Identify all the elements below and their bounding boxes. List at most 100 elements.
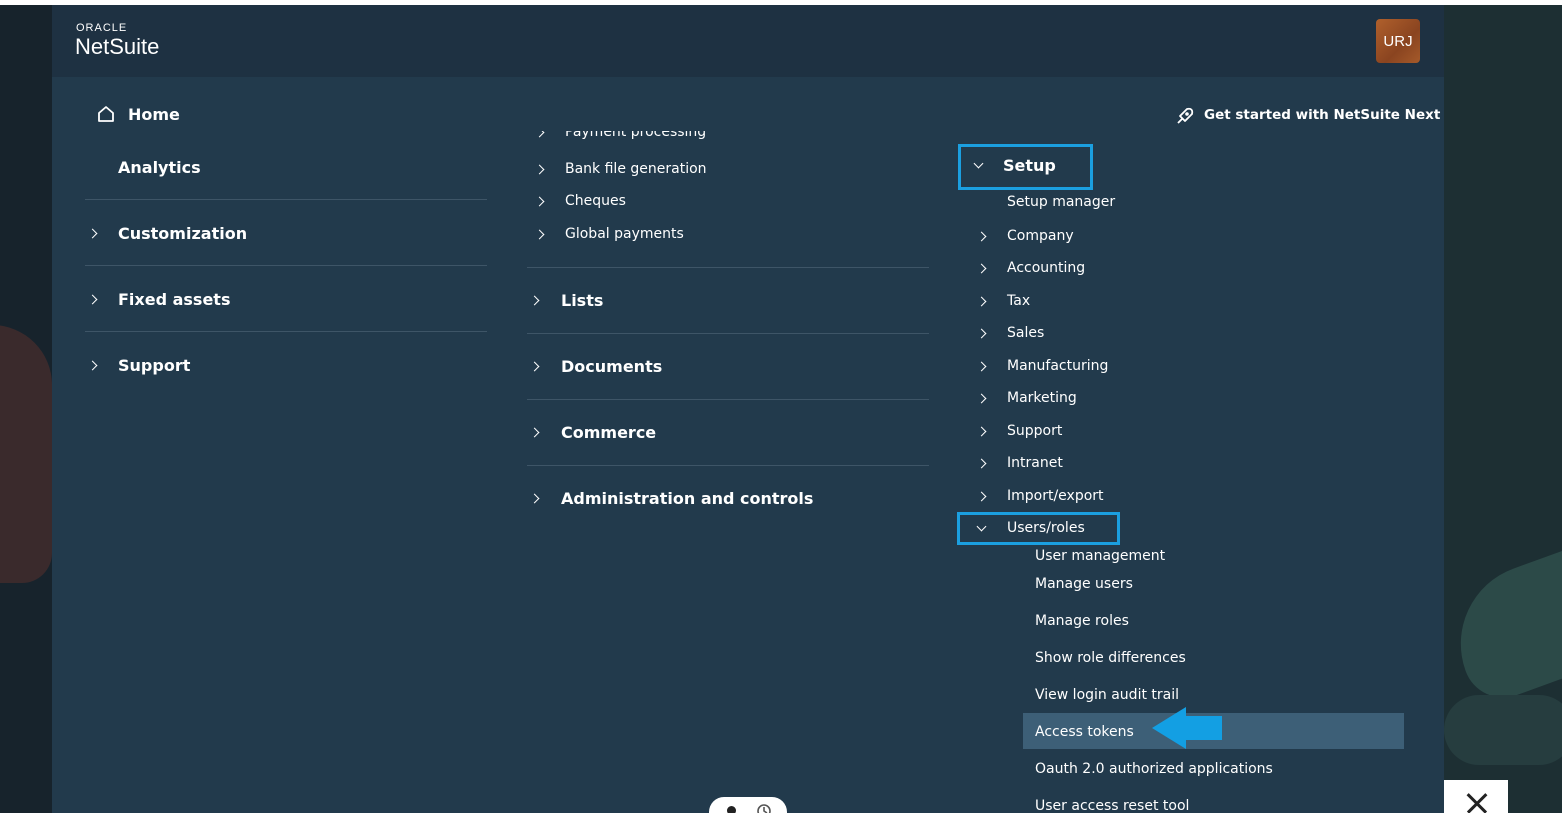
app-header: ORACLE NetSuite URJ xyxy=(52,5,1444,77)
background-left xyxy=(0,5,52,813)
nav-fixed-assets[interactable]: Fixed assets xyxy=(85,289,487,313)
nav-tax[interactable]: Tax xyxy=(974,292,1394,314)
nav-commerce[interactable]: Commerce xyxy=(527,422,929,446)
nav-sales[interactable]: Sales xyxy=(974,324,1394,346)
chevron-right-icon xyxy=(976,361,987,372)
background-right xyxy=(1444,5,1562,813)
users-roles-label: Users/roles xyxy=(1007,520,1085,536)
chevron-right-icon xyxy=(529,295,540,306)
pointer-arrowhead-icon xyxy=(1152,707,1186,749)
accounting-label: Accounting xyxy=(1007,260,1086,276)
chevron-right-icon xyxy=(87,360,98,371)
nav-show-role-differences[interactable]: Show role differences xyxy=(1035,650,1186,666)
lists-label: Lists xyxy=(561,291,604,310)
manufacturing-label: Manufacturing xyxy=(1007,358,1109,374)
chevron-right-icon xyxy=(529,427,540,438)
nav-setup-manager[interactable]: Setup manager xyxy=(1007,194,1115,210)
chevron-right-icon xyxy=(534,131,545,138)
close-button[interactable] xyxy=(1444,780,1508,813)
nav-import-export[interactable]: Import/export xyxy=(974,487,1394,509)
divider xyxy=(527,465,929,466)
bottom-toolbar-pill[interactable] xyxy=(709,797,787,813)
nav-payment-processing[interactable]: Payment processing xyxy=(532,131,932,145)
nav-documents[interactable]: Documents xyxy=(527,356,929,380)
chevron-right-icon xyxy=(534,229,545,240)
divider xyxy=(527,267,929,268)
chevron-right-icon xyxy=(529,361,540,372)
support-setup-label: Support xyxy=(1007,423,1063,439)
chevron-right-icon xyxy=(976,426,987,437)
background-shape xyxy=(0,325,52,583)
nav-company[interactable]: Company xyxy=(974,227,1394,249)
chevron-right-icon xyxy=(976,296,987,307)
nav-support[interactable]: Support xyxy=(85,355,487,379)
chevron-right-icon xyxy=(976,328,987,339)
chevron-right-icon xyxy=(87,228,98,239)
pointer-arrow-icon xyxy=(1184,716,1222,740)
chevron-down-icon xyxy=(976,521,987,532)
nav-oauth-authorized-applications[interactable]: Oauth 2.0 authorized applications xyxy=(1035,761,1273,777)
divider xyxy=(527,399,929,400)
documents-label: Documents xyxy=(561,357,663,376)
chevron-down-icon xyxy=(973,158,984,169)
sales-label: Sales xyxy=(1007,325,1045,341)
divider xyxy=(85,265,487,266)
support-label: Support xyxy=(118,356,191,375)
nav-bank-file-generation[interactable]: Bank file generation xyxy=(532,160,932,182)
nav-marketing[interactable]: Marketing xyxy=(974,389,1394,411)
administration-label: Administration and controls xyxy=(561,489,814,508)
nav-lists[interactable]: Lists xyxy=(527,290,929,314)
marketing-label: Marketing xyxy=(1007,390,1077,406)
nav-accounting[interactable]: Accounting xyxy=(974,259,1394,281)
import-export-label: Import/export xyxy=(1007,488,1104,504)
divider xyxy=(527,333,929,334)
global-payments-label: Global payments xyxy=(565,226,684,242)
chevron-right-icon xyxy=(976,263,987,274)
chevron-right-icon xyxy=(976,393,987,404)
chevron-right-icon xyxy=(976,491,987,502)
chevron-right-icon xyxy=(534,164,545,175)
history-icon xyxy=(757,804,771,813)
background-shape xyxy=(1444,541,1562,709)
oracle-logo-text: ORACLE xyxy=(76,22,128,34)
chevron-right-icon xyxy=(976,458,987,469)
nav-manage-users[interactable]: Manage users xyxy=(1035,576,1133,592)
get-started-label: Get started with NetSuite Next xyxy=(1204,107,1441,123)
navigation-panel: ORACLE NetSuite URJ Get started with Net… xyxy=(52,5,1444,813)
tax-label: Tax xyxy=(1007,293,1031,309)
cheques-label: Cheques xyxy=(565,193,626,209)
nav-user-management[interactable]: User management xyxy=(1035,548,1165,564)
commerce-label: Commerce xyxy=(561,423,657,442)
nav-access-tokens[interactable]: Access tokens xyxy=(1035,724,1134,740)
nav-cheques[interactable]: Cheques xyxy=(532,192,932,214)
bank-file-generation-label: Bank file generation xyxy=(565,161,707,177)
dot-icon xyxy=(727,806,736,813)
divider xyxy=(85,199,487,200)
nav-view-login-audit-trail[interactable]: View login audit trail xyxy=(1035,687,1179,703)
chevron-right-icon xyxy=(534,196,545,207)
home-label: Home xyxy=(128,105,180,124)
nav-users-roles[interactable]: Users/roles xyxy=(974,519,1114,541)
netsuite-logo-text[interactable]: NetSuite xyxy=(75,34,159,60)
chevron-right-icon xyxy=(87,294,98,305)
nav-global-payments[interactable]: Global payments xyxy=(532,225,932,247)
customization-label: Customization xyxy=(118,224,248,243)
nav-setup[interactable]: Setup xyxy=(970,155,1090,179)
chevron-right-icon xyxy=(529,493,540,504)
nav-analytics[interactable]: Analytics xyxy=(118,158,201,177)
user-avatar[interactable]: URJ xyxy=(1376,19,1420,63)
nav-intranet[interactable]: Intranet xyxy=(974,454,1394,476)
nav-user-access-reset-tool[interactable]: User access reset tool xyxy=(1035,798,1189,813)
nav-manage-roles[interactable]: Manage roles xyxy=(1035,613,1129,629)
nav-home[interactable]: Home xyxy=(96,103,216,127)
fixed-assets-label: Fixed assets xyxy=(118,290,231,309)
nav-manufacturing[interactable]: Manufacturing xyxy=(974,357,1394,379)
nav-administration-and-controls[interactable]: Administration and controls xyxy=(527,488,929,512)
intranet-label: Intranet xyxy=(1007,455,1063,471)
rocket-icon xyxy=(1177,107,1194,124)
home-icon xyxy=(98,106,114,122)
nav-support-setup[interactable]: Support xyxy=(974,422,1394,444)
company-label: Company xyxy=(1007,228,1074,244)
nav-customization[interactable]: Customization xyxy=(85,223,487,247)
divider xyxy=(85,331,487,332)
